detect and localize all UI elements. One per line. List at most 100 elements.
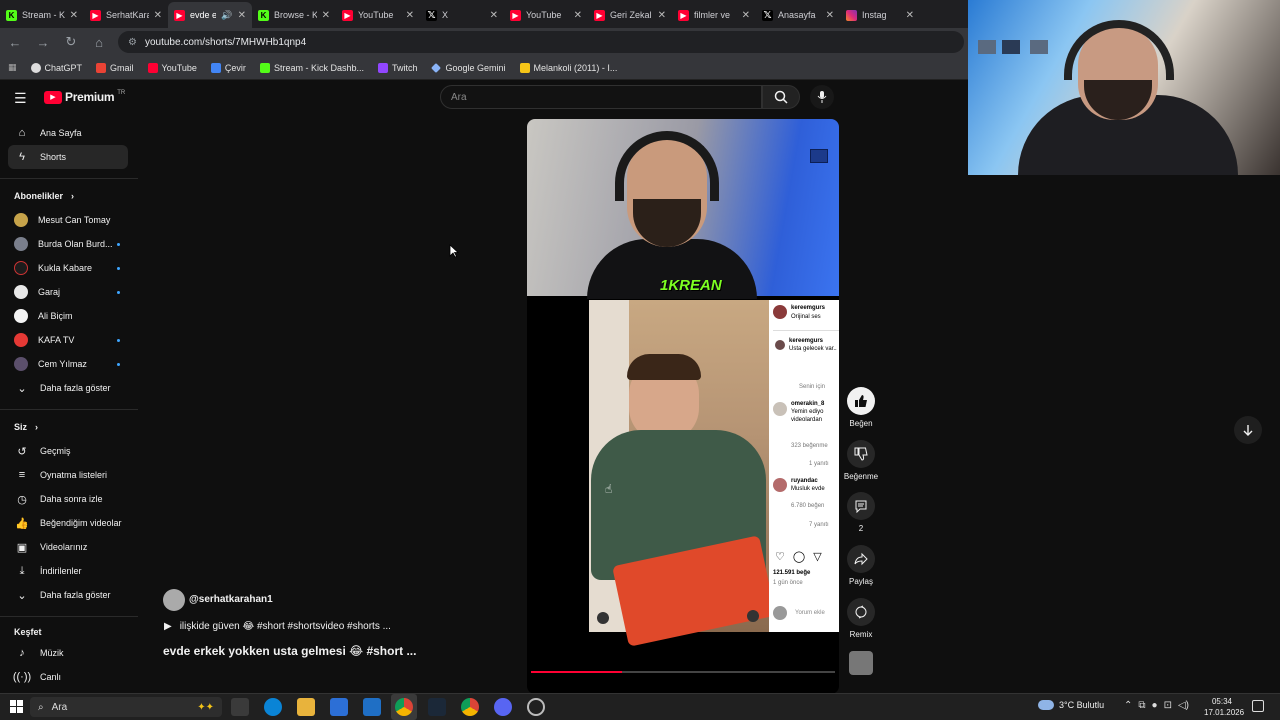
close-icon[interactable]: ✕ bbox=[70, 10, 78, 21]
browser-tab[interactable]: 𝕏 X ✕ bbox=[420, 2, 504, 28]
browser-tab[interactable]: 𝕏 Anasayfa ✕ bbox=[756, 2, 840, 28]
sidebar-item-watch-later[interactable]: ◷ Daha sonra izle bbox=[8, 487, 128, 511]
bookmark[interactable]: Gmail bbox=[96, 62, 134, 73]
close-icon[interactable]: ✕ bbox=[658, 10, 666, 21]
wifi-icon[interactable]: ⊡ bbox=[1164, 700, 1172, 711]
close-icon[interactable]: ✕ bbox=[826, 10, 834, 21]
store-icon[interactable] bbox=[330, 698, 348, 716]
sidebar-item-playlists[interactable]: ≡ Oynatma listeleri bbox=[8, 463, 128, 487]
sidebar-item-live[interactable]: ((·)) Canlı bbox=[8, 665, 128, 689]
windows-start-icon[interactable] bbox=[10, 700, 23, 713]
browser-tab[interactable]: ▶ filmler ve ✕ bbox=[672, 2, 756, 28]
browser-tab[interactable]: Instag ✕ bbox=[840, 2, 920, 28]
sidebar-item-home[interactable]: ⌂ Ana Sayfa bbox=[8, 121, 128, 145]
discord-icon[interactable] bbox=[494, 698, 512, 716]
subscription-item[interactable]: Cem Yılmaz bbox=[8, 352, 128, 376]
bookmark[interactable]: Google Gemini bbox=[431, 63, 506, 73]
edge-icon[interactable] bbox=[264, 698, 282, 716]
clock[interactable]: 05:34 17.01.2026 bbox=[1204, 696, 1245, 718]
bookmark[interactable]: Melankoli (2011) - I... bbox=[519, 62, 617, 73]
address-bar[interactable]: ⚙ youtube.com/shorts/7MHWHb1qnp4 bbox=[118, 31, 964, 53]
bookmark-label: Stream - Kick Dashb... bbox=[273, 62, 364, 73]
kick-icon: K bbox=[6, 9, 17, 21]
task-view-icon[interactable] bbox=[231, 698, 249, 716]
subscription-item[interactable]: Mesut Can Tomay bbox=[8, 208, 128, 232]
apps-icon[interactable]: ▦ bbox=[8, 62, 17, 73]
bookmark[interactable]: ChatGPT bbox=[30, 62, 82, 73]
subscription-item[interactable]: Burda Olan Burd... bbox=[8, 232, 128, 256]
next-short-button[interactable] bbox=[1234, 416, 1262, 444]
weather-widget[interactable]: 3°C Bulutlu bbox=[1038, 700, 1104, 710]
back-icon[interactable]: ← bbox=[6, 35, 24, 50]
search-input[interactable]: Ara bbox=[440, 85, 762, 109]
browser-tab[interactable]: ▶ YouTube ✕ bbox=[504, 2, 588, 28]
site-info-icon[interactable]: ⚙ bbox=[128, 37, 137, 48]
remix-button[interactable]: Remix bbox=[844, 598, 878, 639]
music-row[interactable]: ▶ ilişkide güven 😂 #short #shortsvideo #… bbox=[164, 621, 391, 632]
browser-tab-active[interactable]: ▶ evde e 🔊 ✕ bbox=[168, 2, 252, 28]
browser-tab[interactable]: ▶ YouTube ✕ bbox=[336, 2, 420, 28]
home-icon[interactable]: ⌂ bbox=[90, 35, 108, 50]
show-more-button[interactable]: ⌄ Daha fazla göster bbox=[8, 376, 128, 400]
bookmark[interactable]: Stream - Kick Dashb... bbox=[259, 62, 364, 73]
sidebar-item-liked[interactable]: 👍 Beğendiğim videolar bbox=[8, 511, 128, 535]
channel-name[interactable]: @serhatkarahan1 bbox=[189, 594, 273, 605]
close-icon[interactable]: ✕ bbox=[742, 10, 750, 21]
volume-icon[interactable]: ◁) bbox=[1178, 700, 1189, 711]
subscriptions-heading[interactable]: Abonelikler › bbox=[14, 191, 74, 201]
share-button[interactable]: Paylaş bbox=[844, 545, 878, 586]
subscription-item[interactable]: KAFA TV bbox=[8, 328, 128, 352]
comments-button[interactable]: 2 bbox=[844, 492, 878, 533]
sidebar-item-music[interactable]: ♪ Müzik bbox=[8, 641, 128, 665]
chevron-up-icon[interactable]: ⌃ bbox=[1124, 700, 1132, 711]
close-icon[interactable]: ✕ bbox=[906, 10, 914, 21]
sidebar-item-downloads[interactable]: ⤓ İndirilenler bbox=[8, 559, 128, 583]
you-heading[interactable]: Siz › bbox=[14, 422, 38, 432]
bookmark[interactable]: YouTube bbox=[147, 62, 197, 73]
forward-icon[interactable]: → bbox=[34, 35, 52, 50]
obs-icon[interactable] bbox=[527, 698, 545, 716]
sidebar-item-shorts[interactable]: ϟ Shorts bbox=[8, 145, 128, 169]
dislike-button[interactable]: Beğenme bbox=[844, 440, 878, 481]
close-icon[interactable]: ✕ bbox=[574, 10, 582, 21]
taskbar-search[interactable]: ⌕ Ara ✦✦ bbox=[30, 697, 222, 717]
outlook-icon[interactable] bbox=[363, 698, 381, 716]
sound-thumbnail[interactable] bbox=[849, 651, 873, 675]
browser-tab[interactable]: K Stream - K ✕ bbox=[0, 2, 84, 28]
browser-tab[interactable]: ▶ Geri Zekal ✕ bbox=[588, 2, 672, 28]
bookmark[interactable]: Çevir bbox=[210, 62, 246, 73]
voice-search-button[interactable] bbox=[810, 85, 834, 109]
close-icon[interactable]: ✕ bbox=[238, 10, 246, 21]
short-title[interactable]: evde erkek yokken usta gelmesi 😂 #short … bbox=[163, 644, 416, 658]
speaker-icon[interactable]: 🔊 bbox=[221, 10, 232, 21]
youtube-logo[interactable]: ▶ Premium TR bbox=[44, 90, 125, 104]
network-icon[interactable]: ⧉ bbox=[1138, 700, 1145, 711]
like-button[interactable]: Beğen bbox=[844, 387, 878, 428]
file-explorer-icon[interactable] bbox=[297, 698, 315, 716]
close-icon[interactable]: ✕ bbox=[406, 10, 414, 21]
chrome-taskbar-active[interactable] bbox=[391, 694, 417, 720]
subscription-item[interactable]: Ali Biçim bbox=[8, 304, 128, 328]
reload-icon[interactable]: ↻ bbox=[62, 34, 80, 50]
sidebar-item-history[interactable]: ↺ Geçmiş bbox=[8, 439, 128, 463]
close-icon[interactable]: ✕ bbox=[490, 10, 498, 21]
bookmark[interactable]: Twitch bbox=[377, 62, 417, 73]
close-icon[interactable]: ✕ bbox=[322, 10, 330, 21]
sidebar-item-your-videos[interactable]: ▣ Videolarınız bbox=[8, 535, 128, 559]
menu-icon[interactable]: ☰ bbox=[14, 90, 27, 107]
mic-icon[interactable]: ● bbox=[1152, 700, 1158, 711]
avatar bbox=[14, 357, 28, 371]
browser-tab[interactable]: K Browse - K ✕ bbox=[252, 2, 336, 28]
chrome-profile-icon[interactable] bbox=[461, 698, 479, 716]
browser-tab[interactable]: ▶ SerhatKara ✕ bbox=[84, 2, 168, 28]
subscription-item[interactable]: Kukla Kabare bbox=[8, 256, 128, 280]
date-label: 17.01.2026 bbox=[1204, 708, 1245, 717]
steam-icon[interactable] bbox=[428, 698, 446, 716]
subscription-item[interactable]: Garaj bbox=[8, 280, 128, 304]
search-button[interactable] bbox=[762, 85, 800, 109]
close-icon[interactable]: ✕ bbox=[154, 10, 162, 21]
show-more-button[interactable]: ⌄ Daha fazla göster bbox=[8, 583, 128, 607]
short-video-player[interactable]: 1KREAN kereemgurs Orijinal ses kereemgur… bbox=[527, 119, 839, 694]
channel-avatar[interactable] bbox=[163, 589, 185, 611]
notification-icon[interactable] bbox=[1252, 700, 1264, 712]
